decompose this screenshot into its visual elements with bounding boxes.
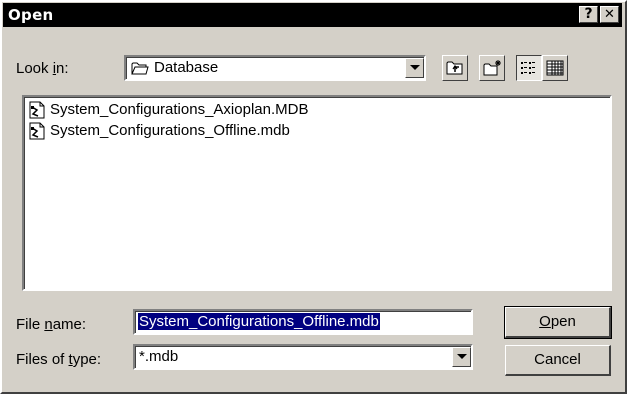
files-of-type-combo[interactable]: *.mdb bbox=[133, 344, 473, 370]
close-button[interactable]: ✕ bbox=[600, 6, 619, 23]
look-in-label: Look in: bbox=[16, 60, 69, 77]
list-view-button[interactable] bbox=[516, 55, 542, 81]
file-list[interactable]: System_Configurations_Axioplan.MDB Syste… bbox=[22, 95, 612, 291]
folder-icon bbox=[131, 62, 149, 75]
look-in-dropdown-button[interactable] bbox=[405, 58, 424, 78]
list-view-icon bbox=[521, 62, 535, 74]
dialog-title: Open bbox=[8, 6, 54, 24]
details-view-button[interactable] bbox=[542, 55, 568, 81]
up-one-level-button[interactable] bbox=[442, 55, 468, 81]
create-new-folder-button[interactable] bbox=[479, 55, 505, 81]
up-folder-icon bbox=[446, 61, 463, 75]
files-of-type-value: *.mdb bbox=[139, 348, 179, 365]
details-view-icon bbox=[546, 60, 564, 76]
title-bar[interactable]: Open ? ✕ bbox=[3, 3, 622, 27]
file-name: System_Configurations_Offline.mdb bbox=[50, 122, 290, 139]
new-folder-icon bbox=[483, 60, 501, 76]
look-in-value: Database bbox=[154, 59, 219, 76]
help-button[interactable]: ? bbox=[579, 6, 598, 23]
file-name: System_Configurations_Axioplan.MDB bbox=[50, 101, 309, 118]
database-file-icon bbox=[29, 122, 45, 140]
file-name-input[interactable]: System_Configurations_Offline.mdb bbox=[133, 309, 473, 335]
open-button[interactable]: Open bbox=[504, 306, 612, 339]
database-file-icon bbox=[29, 101, 45, 119]
cancel-button[interactable]: Cancel bbox=[505, 345, 611, 376]
look-in-combo[interactable]: Database bbox=[124, 55, 426, 81]
file-name-value: System_Configurations_Offline.mdb bbox=[138, 313, 380, 330]
files-of-type-dropdown-button[interactable] bbox=[452, 347, 471, 367]
files-of-type-label: Files of type: bbox=[16, 351, 102, 368]
open-dialog: Open ? ✕ Look in: Database System_Config… bbox=[0, 0, 627, 394]
file-name-label: File name: bbox=[16, 316, 87, 333]
